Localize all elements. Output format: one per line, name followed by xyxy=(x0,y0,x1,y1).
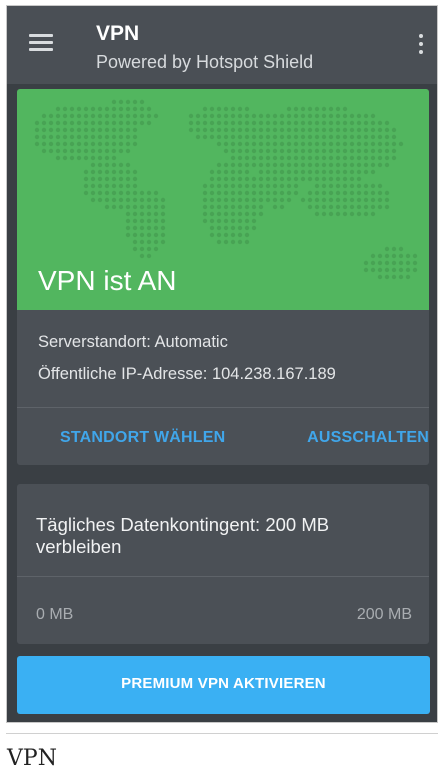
server-location-text: Serverstandort: Automatic xyxy=(38,333,228,351)
more-vertical-icon[interactable] xyxy=(417,34,425,56)
app-bar: VPN Powered by Hotspot Shield xyxy=(7,6,437,84)
app-title: VPN xyxy=(96,22,140,45)
data-quota-text: Tägliches Datenkontingent: 200 MB verble… xyxy=(36,514,330,557)
quota-min-label: 0 MB xyxy=(36,606,74,623)
public-ip-text: Öffentliche IP-Adresse: 104.238.167.189 xyxy=(38,365,336,383)
data-quota-card: Tägliches Datenkontingent: 200 MB verble… xyxy=(17,484,429,644)
quota-max-label: 200 MB xyxy=(356,606,412,623)
divider xyxy=(17,407,429,408)
divider xyxy=(6,733,438,734)
divider xyxy=(17,576,429,577)
choose-location-button[interactable]: STANDORT WÄHLEN xyxy=(60,429,225,447)
activate-premium-button[interactable]: PREMIUM VPN AKTIVIEREN xyxy=(17,656,430,714)
hamburger-menu-icon[interactable] xyxy=(29,34,53,52)
activate-premium-label: PREMIUM VPN AKTIVIEREN xyxy=(121,675,326,692)
app-subtitle: Powered by Hotspot Shield xyxy=(96,52,314,72)
caption-text: VPN xyxy=(7,746,57,771)
vpn-status-text: VPN ist AN xyxy=(38,265,177,296)
world-map: VPN ist AN xyxy=(17,89,429,310)
turn-off-button[interactable]: AUSSCHALTEN xyxy=(307,429,429,447)
app-screen: VPN Powered by Hotspot Shield VPN ist AN… xyxy=(6,5,438,723)
vpn-status-card: VPN ist AN Serverstandort: Automatic Öff… xyxy=(17,89,429,465)
